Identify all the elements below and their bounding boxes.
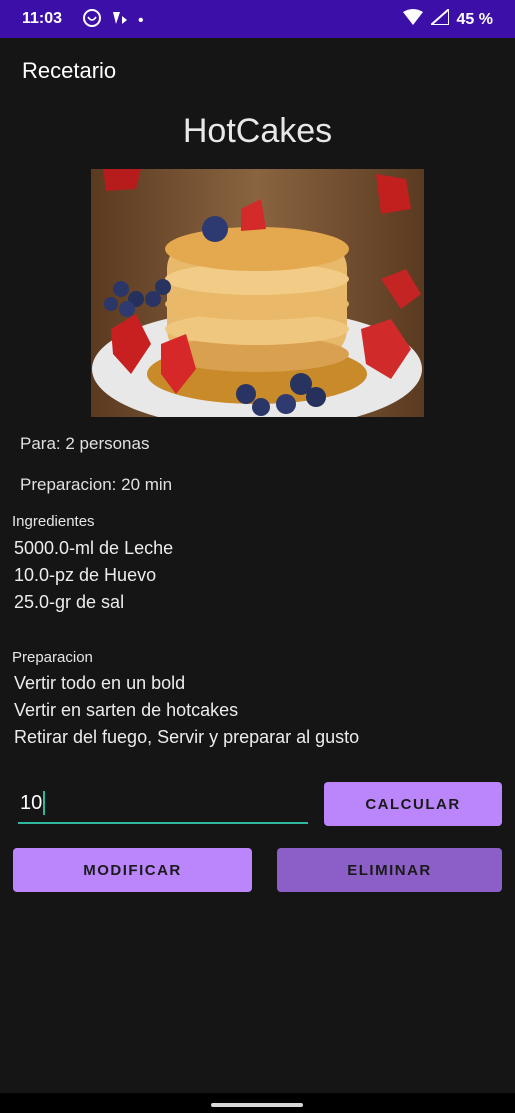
battery-level: 45 % (456, 10, 493, 28)
prep-time-label: Preparacion: 20 min (20, 475, 173, 494)
ingredients-list: 5000.0-ml de Leche 10.0-pz de Huevo 25.0… (14, 535, 173, 616)
step-item: Vertir todo en un bold (14, 673, 186, 693)
status-time: 11:03 (22, 10, 63, 27)
wifi-icon (402, 9, 423, 30)
ingredients-heading: Ingredientes (12, 513, 95, 530)
status-bar: 11:03 • 45 % (0, 0, 515, 38)
steps-list: Vertir todo en un bold Vertir en sarten … (14, 670, 359, 751)
step-item: Retirar del fuego, Servir y preparar al … (14, 727, 360, 747)
ingredient-item: 10.0-pz de Huevo (14, 565, 157, 585)
notification-icon (110, 8, 130, 33)
quantity-input[interactable]: 10 (18, 788, 308, 824)
steps-heading: Preparacion (12, 649, 93, 666)
navigation-bar (0, 1093, 515, 1113)
whatsapp-icon (82, 8, 102, 33)
home-gesture-handle[interactable] (211, 1103, 303, 1107)
modify-button[interactable]: MODIFICAR (13, 848, 252, 892)
recipe-image (91, 169, 424, 417)
step-item: Vertir en sarten de hotcakes (14, 700, 239, 720)
delete-button[interactable]: ELIMINAR (277, 848, 502, 892)
status-dot: • (138, 11, 144, 29)
app-title: Recetario (22, 58, 117, 83)
calculate-button[interactable]: CALCULAR (324, 782, 502, 826)
signal-icon (427, 6, 450, 30)
ingredient-item: 25.0-gr de sal (14, 592, 125, 612)
text-cursor (43, 791, 45, 815)
servings-label: Para: 2 personas (20, 434, 150, 453)
recipe-title: HotCakes (182, 112, 333, 150)
ingredient-item: 5000.0-ml de Leche (14, 538, 174, 558)
quantity-value: 10 (20, 792, 43, 814)
